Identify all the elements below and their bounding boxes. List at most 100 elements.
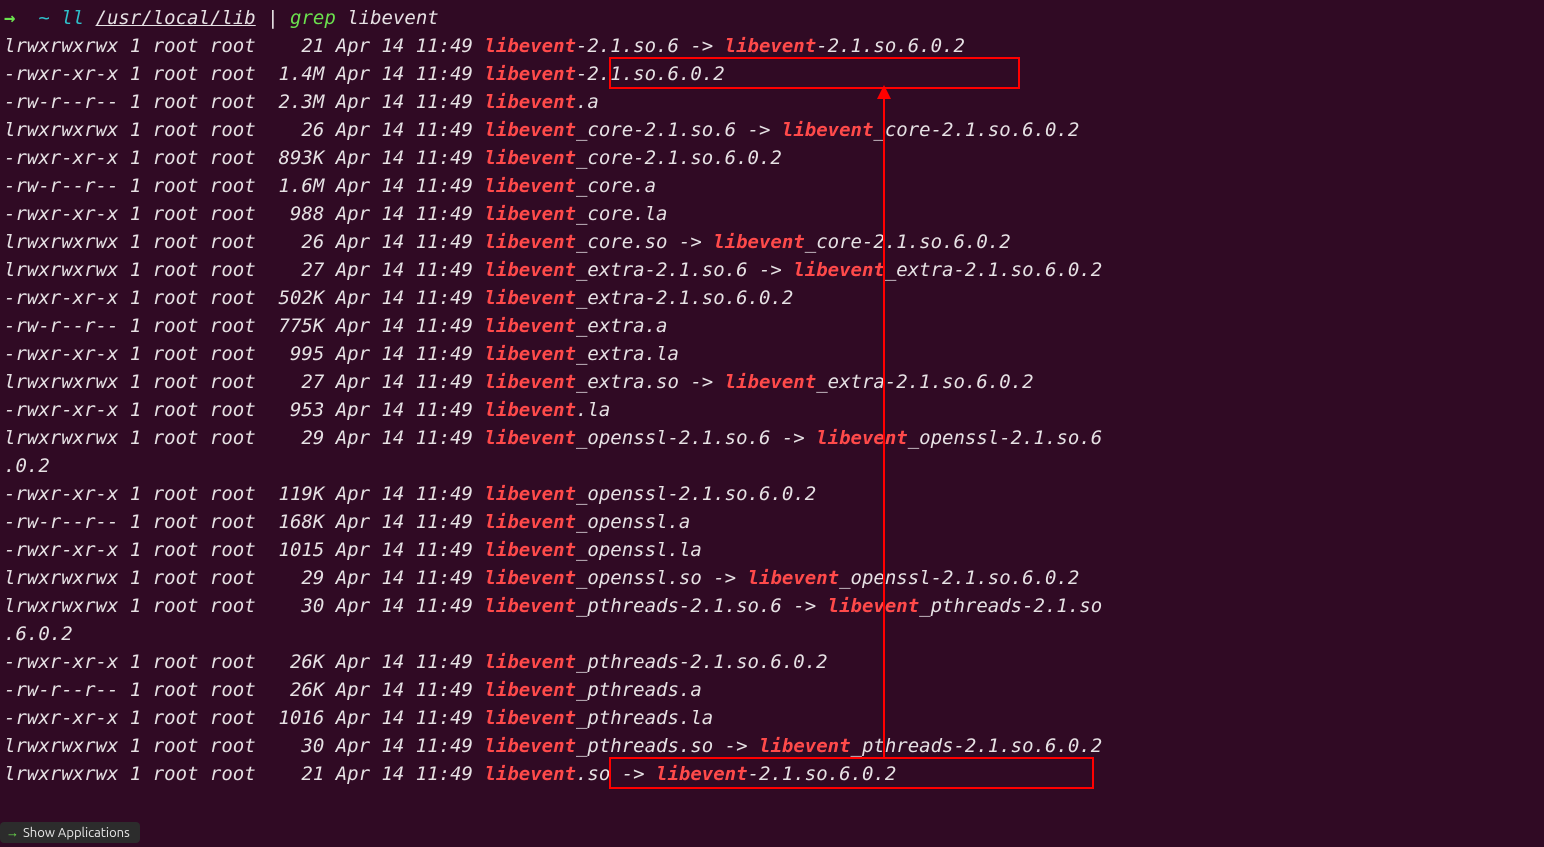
list-row: -rw-r--r-- 1 root root 1.6M Apr 14 11:49… [4,172,1540,200]
grep-match: libevent [484,539,576,561]
file-name-suffix: _extra.so [576,371,679,393]
file-name-suffix: _pthreads.a [576,679,702,701]
file-name-suffix: _extra-2.1.so.6.0.2 [576,287,793,309]
file-meta: lrwxrwxrwx 1 root root 27 Apr 14 11:49 [4,371,484,393]
grep-match: libevent [484,343,576,365]
prompt-line[interactable]: → ~ ll /usr/local/lib | grep libevent [4,4,1540,32]
list-row: lrwxrwxrwx 1 root root 30 Apr 14 11:49 l… [4,592,1540,620]
grep-match: libevent [484,203,576,225]
grep-match: libevent [484,63,576,85]
symlink-arrow: -> [748,259,794,281]
grep-match: libevent [793,259,885,281]
symlink-target-suffix: -2.1.so.6.0.2 [748,763,897,785]
list-row-wrap: .6.0.2 [4,620,1540,648]
symlink-arrow: -> [713,735,759,757]
file-name-suffix: _core.a [576,175,656,197]
file-meta: lrwxrwxrwx 1 root root 30 Apr 14 11:49 [4,735,484,757]
grep-match: libevent [484,175,576,197]
file-meta: -rwxr-xr-x 1 root root 26K Apr 14 11:49 [4,651,484,673]
symlink-target-suffix: _extra-2.1.so.6.0.2 [885,259,1102,281]
grep-match: libevent [484,231,576,253]
grep-match: libevent [484,567,576,589]
file-name-suffix: _openssl-2.1.so.6.0.2 [576,483,816,505]
file-meta: -rw-r--r-- 1 root root 775K Apr 14 11:49 [4,315,484,337]
grep-match: libevent [484,287,576,309]
list-row: -rwxr-xr-x 1 root root 893K Apr 14 11:49… [4,144,1540,172]
list-row: -rwxr-xr-x 1 root root 1016 Apr 14 11:49… [4,704,1540,732]
file-meta: -rwxr-xr-x 1 root root 502K Apr 14 11:49 [4,287,484,309]
list-row: lrwxrwxrwx 1 root root 21 Apr 14 11:49 l… [4,32,1540,60]
grep-match: libevent [484,371,576,393]
file-meta: lrwxrwxrwx 1 root root 29 Apr 14 11:49 [4,427,484,449]
file-name-suffix: _extra.la [576,343,679,365]
list-row: lrwxrwxrwx 1 root root 27 Apr 14 11:49 l… [4,368,1540,396]
list-row: lrwxrwxrwx 1 root root 29 Apr 14 11:49 l… [4,564,1540,592]
grep-match: libevent [759,735,851,757]
list-row: -rwxr-xr-x 1 root root 1.4M Apr 14 11:49… [4,60,1540,88]
list-row: -rwxr-xr-x 1 root root 502K Apr 14 11:49… [4,284,1540,312]
symlink-target-suffix: _pthreads-2.1.so [919,595,1102,617]
file-name-suffix: _pthreads-2.1.so.6.0.2 [576,651,828,673]
symlink-target-suffix: _openssl-2.1.so.6.0.2 [839,567,1079,589]
list-row: lrwxrwxrwx 1 root root 26 Apr 14 11:49 l… [4,116,1540,144]
grep-match: libevent [484,259,576,281]
file-meta: -rwxr-xr-x 1 root root 988 Apr 14 11:49 [4,203,484,225]
list-row: lrwxrwxrwx 1 root root 21 Apr 14 11:49 l… [4,760,1540,788]
file-meta: -rw-r--r-- 1 root root 1.6M Apr 14 11:49 [4,175,484,197]
file-meta: -rw-r--r-- 1 root root 2.3M Apr 14 11:49 [4,91,484,113]
file-name-suffix: _pthreads-2.1.so.6 [576,595,782,617]
grep-match: libevent [484,763,576,785]
list-row: -rw-r--r-- 1 root root 26K Apr 14 11:49 … [4,676,1540,704]
list-row: -rwxr-xr-x 1 root root 988 Apr 14 11:49 … [4,200,1540,228]
file-meta: -rwxr-xr-x 1 root root 953 Apr 14 11:49 [4,399,484,421]
cmd-grep: grep [290,7,347,29]
show-applications-button[interactable]: → Show Applications [0,822,140,843]
symlink-arrow: -> [702,567,748,589]
list-row: lrwxrwxrwx 1 root root 27 Apr 14 11:49 l… [4,256,1540,284]
file-name-suffix: _pthreads.la [576,707,713,729]
symlink-arrow: -> [736,119,782,141]
grep-match: libevent [748,567,840,589]
file-meta: lrwxrwxrwx 1 root root 26 Apr 14 11:49 [4,119,484,141]
file-name-suffix: _core.so [576,231,668,253]
symlink-target-suffix: _core-2.1.so.6.0.2 [805,231,1011,253]
file-name-suffix: _core.la [576,203,668,225]
file-name-suffix: .a [576,91,599,113]
symlink-target-wrap: .6.0.2 [4,623,73,645]
list-row: -rwxr-xr-x 1 root root 953 Apr 14 11:49 … [4,396,1540,424]
file-meta: lrwxrwxrwx 1 root root 29 Apr 14 11:49 [4,567,484,589]
symlink-target-suffix: _core-2.1.so.6.0.2 [873,119,1079,141]
symlink-arrow: -> [667,231,713,253]
file-meta: -rwxr-xr-x 1 root root 1.4M Apr 14 11:49 [4,63,484,85]
symlink-arrow: -> [610,763,656,785]
file-meta: -rwxr-xr-x 1 root root 119K Apr 14 11:49 [4,483,484,505]
pipe-char: | [256,7,290,29]
symlink-target-suffix: _openssl-2.1.so.6 [908,427,1102,449]
list-row: -rw-r--r-- 1 root root 168K Apr 14 11:49… [4,508,1540,536]
apps-arrow-icon: → [6,825,19,840]
list-row: -rwxr-xr-x 1 root root 995 Apr 14 11:49 … [4,340,1540,368]
grep-match: libevent [484,679,576,701]
grep-match: libevent [484,483,576,505]
grep-match: libevent [782,119,874,141]
file-meta: -rwxr-xr-x 1 root root 893K Apr 14 11:49 [4,147,484,169]
prompt-arrow-icon: → [4,7,38,29]
file-meta: -rw-r--r-- 1 root root 26K Apr 14 11:49 [4,679,484,701]
grep-match: libevent [484,595,576,617]
list-row: lrwxrwxrwx 1 root root 29 Apr 14 11:49 l… [4,424,1540,452]
list-row: lrwxrwxrwx 1 root root 30 Apr 14 11:49 l… [4,732,1540,760]
apps-button-label: Show Applications [23,826,130,840]
grep-match: libevent [484,147,576,169]
symlink-target-suffix: _pthreads-2.1.so.6.0.2 [851,735,1103,757]
symlink-arrow: -> [770,427,816,449]
file-name-suffix: -2.1.so.6 [576,35,679,57]
grep-match: libevent [484,735,576,757]
terminal-output: → ~ ll /usr/local/lib | grep libeventlrw… [0,0,1544,788]
list-row: lrwxrwxrwx 1 root root 26 Apr 14 11:49 l… [4,228,1540,256]
file-meta: -rwxr-xr-x 1 root root 995 Apr 14 11:49 [4,343,484,365]
file-name-suffix: _core-2.1.so.6.0.2 [576,147,782,169]
grep-match: libevent [484,91,576,113]
file-meta: lrwxrwxrwx 1 root root 21 Apr 14 11:49 [4,763,484,785]
file-meta: lrwxrwxrwx 1 root root 27 Apr 14 11:49 [4,259,484,281]
file-meta: lrwxrwxrwx 1 root root 30 Apr 14 11:49 [4,595,484,617]
